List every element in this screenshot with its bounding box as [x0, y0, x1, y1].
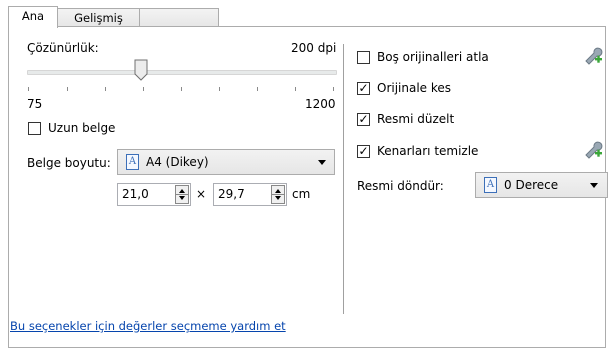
document-icon: A — [484, 177, 497, 193]
deskew-label[interactable]: Resmi düzelt — [377, 112, 454, 126]
spin-down-icon[interactable] — [275, 196, 281, 200]
skip-blank-label[interactable]: Boş orijinalleri atla — [377, 50, 489, 64]
resolution-slider-thumb[interactable] — [134, 59, 148, 81]
slider-tick — [219, 87, 220, 91]
height-stepper[interactable]: 29,7 — [213, 183, 287, 206]
rotate-selected: 0 Derece — [504, 178, 559, 192]
resolution-value: 200 dpi — [291, 41, 337, 55]
help-link[interactable]: Bu seçenekler için değerler seçmeme yard… — [10, 319, 286, 333]
slider-tick — [105, 87, 106, 91]
column-divider — [343, 44, 344, 314]
resolution-slider-track[interactable] — [27, 70, 337, 75]
edge-clean-label[interactable]: Kenarları temizle — [377, 144, 478, 158]
width-spin-buttons[interactable] — [175, 185, 189, 204]
wrench-settings-icon[interactable] — [583, 46, 603, 66]
slider-tick — [181, 87, 182, 91]
slider-tick — [333, 87, 334, 91]
height-spin-buttons[interactable] — [271, 185, 285, 204]
slider-tick — [295, 87, 296, 91]
crop-checkbox[interactable]: ✓ — [357, 82, 370, 95]
document-size-dropdown[interactable]: A A4 (Dikey) — [117, 149, 335, 175]
resolution-label: Çözünürlük: — [27, 41, 99, 55]
chevron-down-icon — [590, 183, 598, 188]
wrench-settings-icon[interactable] — [583, 140, 603, 160]
deskew-checkbox[interactable]: ✓ — [357, 113, 370, 126]
resolution-max-label: 1200 — [305, 97, 336, 111]
tab-empty[interactable] — [139, 8, 219, 27]
document-icon: A — [126, 154, 139, 170]
long-document-label[interactable]: Uzun belge — [48, 121, 115, 135]
long-document-checkbox[interactable] — [28, 122, 41, 135]
spin-up-icon[interactable] — [275, 189, 281, 193]
tab-ana-label: Ana — [21, 9, 45, 23]
tab-gelismis-label: Gelişmiş — [74, 11, 123, 25]
height-value: 29,7 — [218, 187, 245, 201]
document-size-selected: A4 (Dikey) — [146, 155, 209, 169]
tab-ana[interactable]: Ana — [8, 6, 58, 28]
edge-clean-checkbox[interactable]: ✓ — [357, 145, 370, 158]
document-size-label: Belge boyutu: — [27, 156, 111, 170]
rotate-dropdown[interactable]: A 0 Derece — [475, 172, 608, 198]
width-value: 21,0 — [122, 187, 149, 201]
slider-tick — [28, 87, 29, 91]
slider-tick — [67, 87, 68, 91]
chevron-down-icon — [318, 160, 326, 165]
spin-up-icon[interactable] — [179, 189, 185, 193]
crop-label[interactable]: Orijinale kes — [377, 81, 451, 95]
slider-tick — [143, 87, 144, 91]
times-sign: × — [196, 187, 207, 201]
resolution-min-label: 75 — [27, 97, 43, 111]
tab-gelismis[interactable]: Gelişmiş — [57, 8, 140, 27]
slider-tick — [257, 87, 258, 91]
unit-label: cm — [292, 187, 311, 201]
width-stepper[interactable]: 21,0 — [117, 183, 191, 206]
spin-down-icon[interactable] — [179, 196, 185, 200]
rotate-label: Resmi döndür: — [357, 179, 444, 193]
skip-blank-checkbox[interactable] — [357, 51, 370, 64]
